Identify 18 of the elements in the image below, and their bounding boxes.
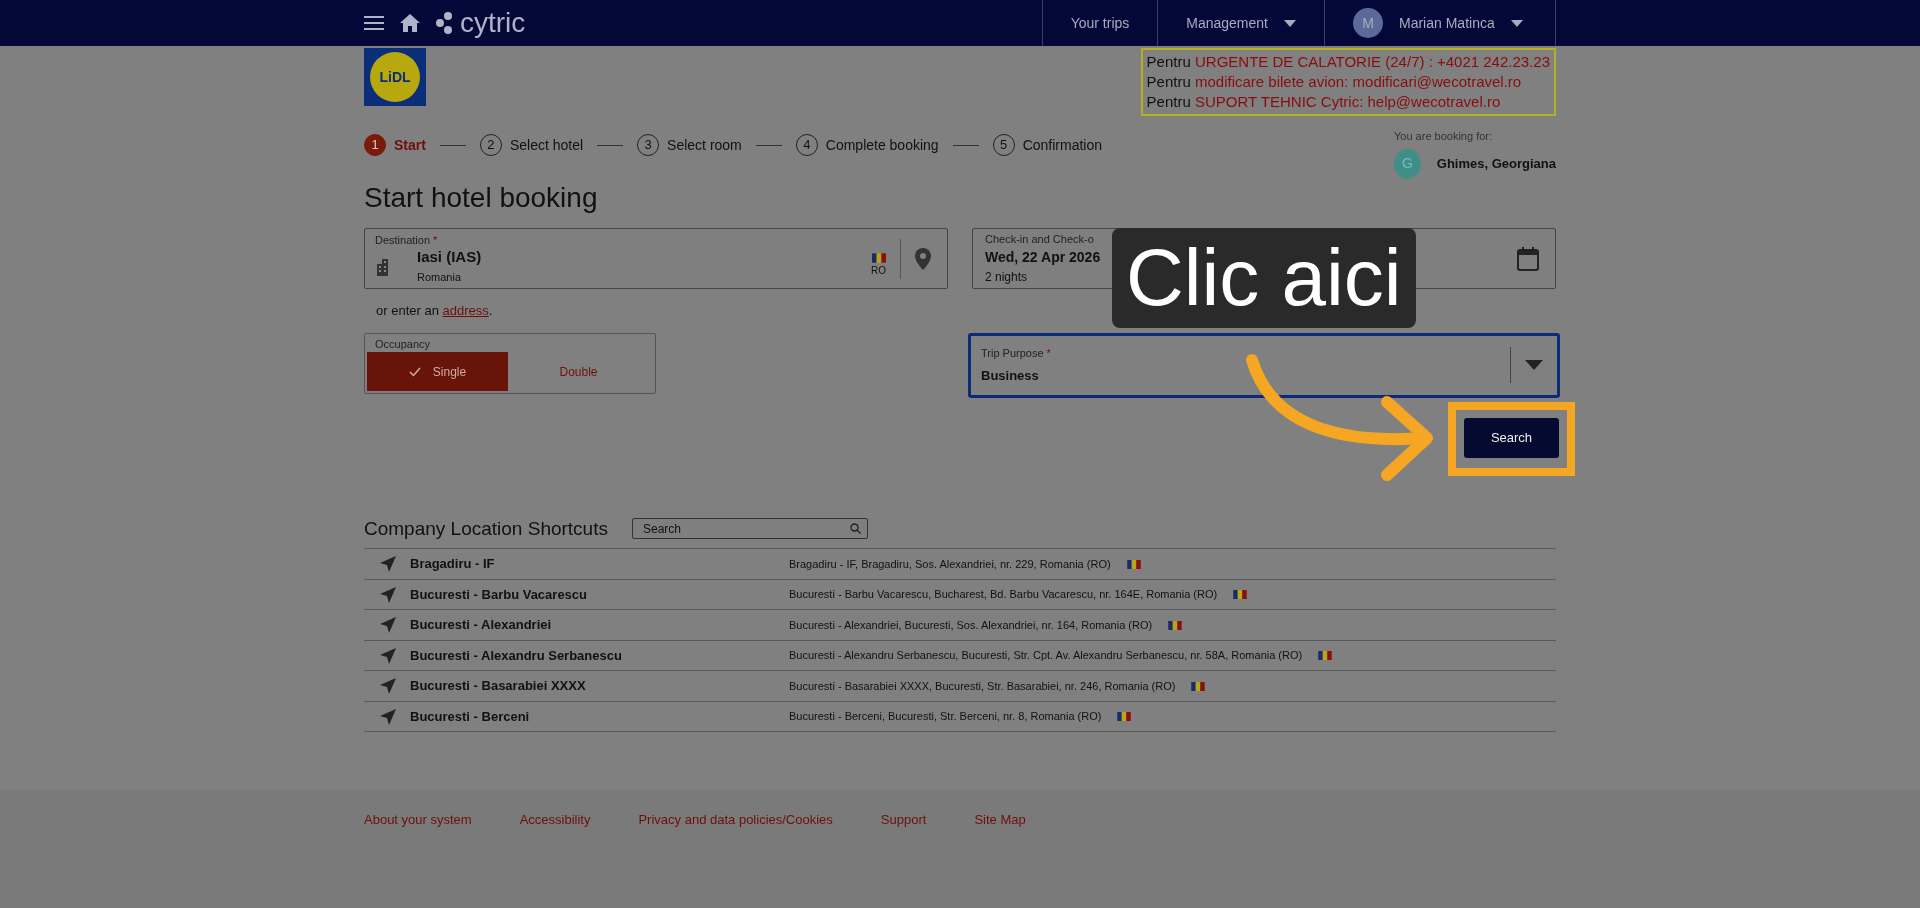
location-address: Bragadiru - IF, Bragadiru, Sos. Alexandriei, nr. 229, Romania (RO)	[789, 556, 1111, 572]
country-code: RO	[871, 264, 886, 279]
location-address: Bucuresti - Alexandriei, Bucuresti, Sos. Alexandriei, nr. 164, Romania (RO)	[789, 617, 1153, 633]
occupancy-group: Occupancy Single Double	[364, 332, 656, 394]
location-address: Bucuresti - Barbu Vacarescu, Bucharest, Bd. Barbu Vacarescu, nr. 164E, Romania (RO)	[789, 587, 1218, 603]
page-title: Start hotel booking	[364, 180, 599, 215]
location-address: Bucuresti - Basarabiei XXXX, Bucuresti, Str. Basarabiei, nr. 246, Romania (RO)	[789, 678, 1176, 694]
booking-for-label: You are booking for:	[1394, 129, 1494, 144]
user-avatar: M	[1353, 8, 1383, 38]
section-title: Company Location Shortcuts	[364, 517, 608, 541]
address-hint: or enter an address.	[376, 302, 494, 321]
company-logo: LiDL	[364, 48, 426, 106]
contact-info: Pentru URGENTE DE CALATORIE (24/7) : +4021 242.23.23 Pentru modificare bilete avion: modificari@wecotravel.ro Pentru SUPORT TEHNIC Cytric: help@wecotravel.ro	[1140, 48, 1556, 116]
traveller-name: Ghimes, Georgiana	[1436, 154, 1556, 173]
location-address: Bucuresti - Berceni, Bucuresti, Str. Berceni, nr. 8, Romania (RO)	[789, 709, 1102, 725]
location-address: Bucuresti - Alexandru Serbanescu, Bucuresti, Str. Cpt. Av. Alexandru Serbanescu, nr. 58A, Romania (RO)	[789, 648, 1303, 664]
click-hint-tooltip: Clic aici	[1112, 228, 1416, 328]
traveller-avatar: G	[1394, 148, 1421, 179]
